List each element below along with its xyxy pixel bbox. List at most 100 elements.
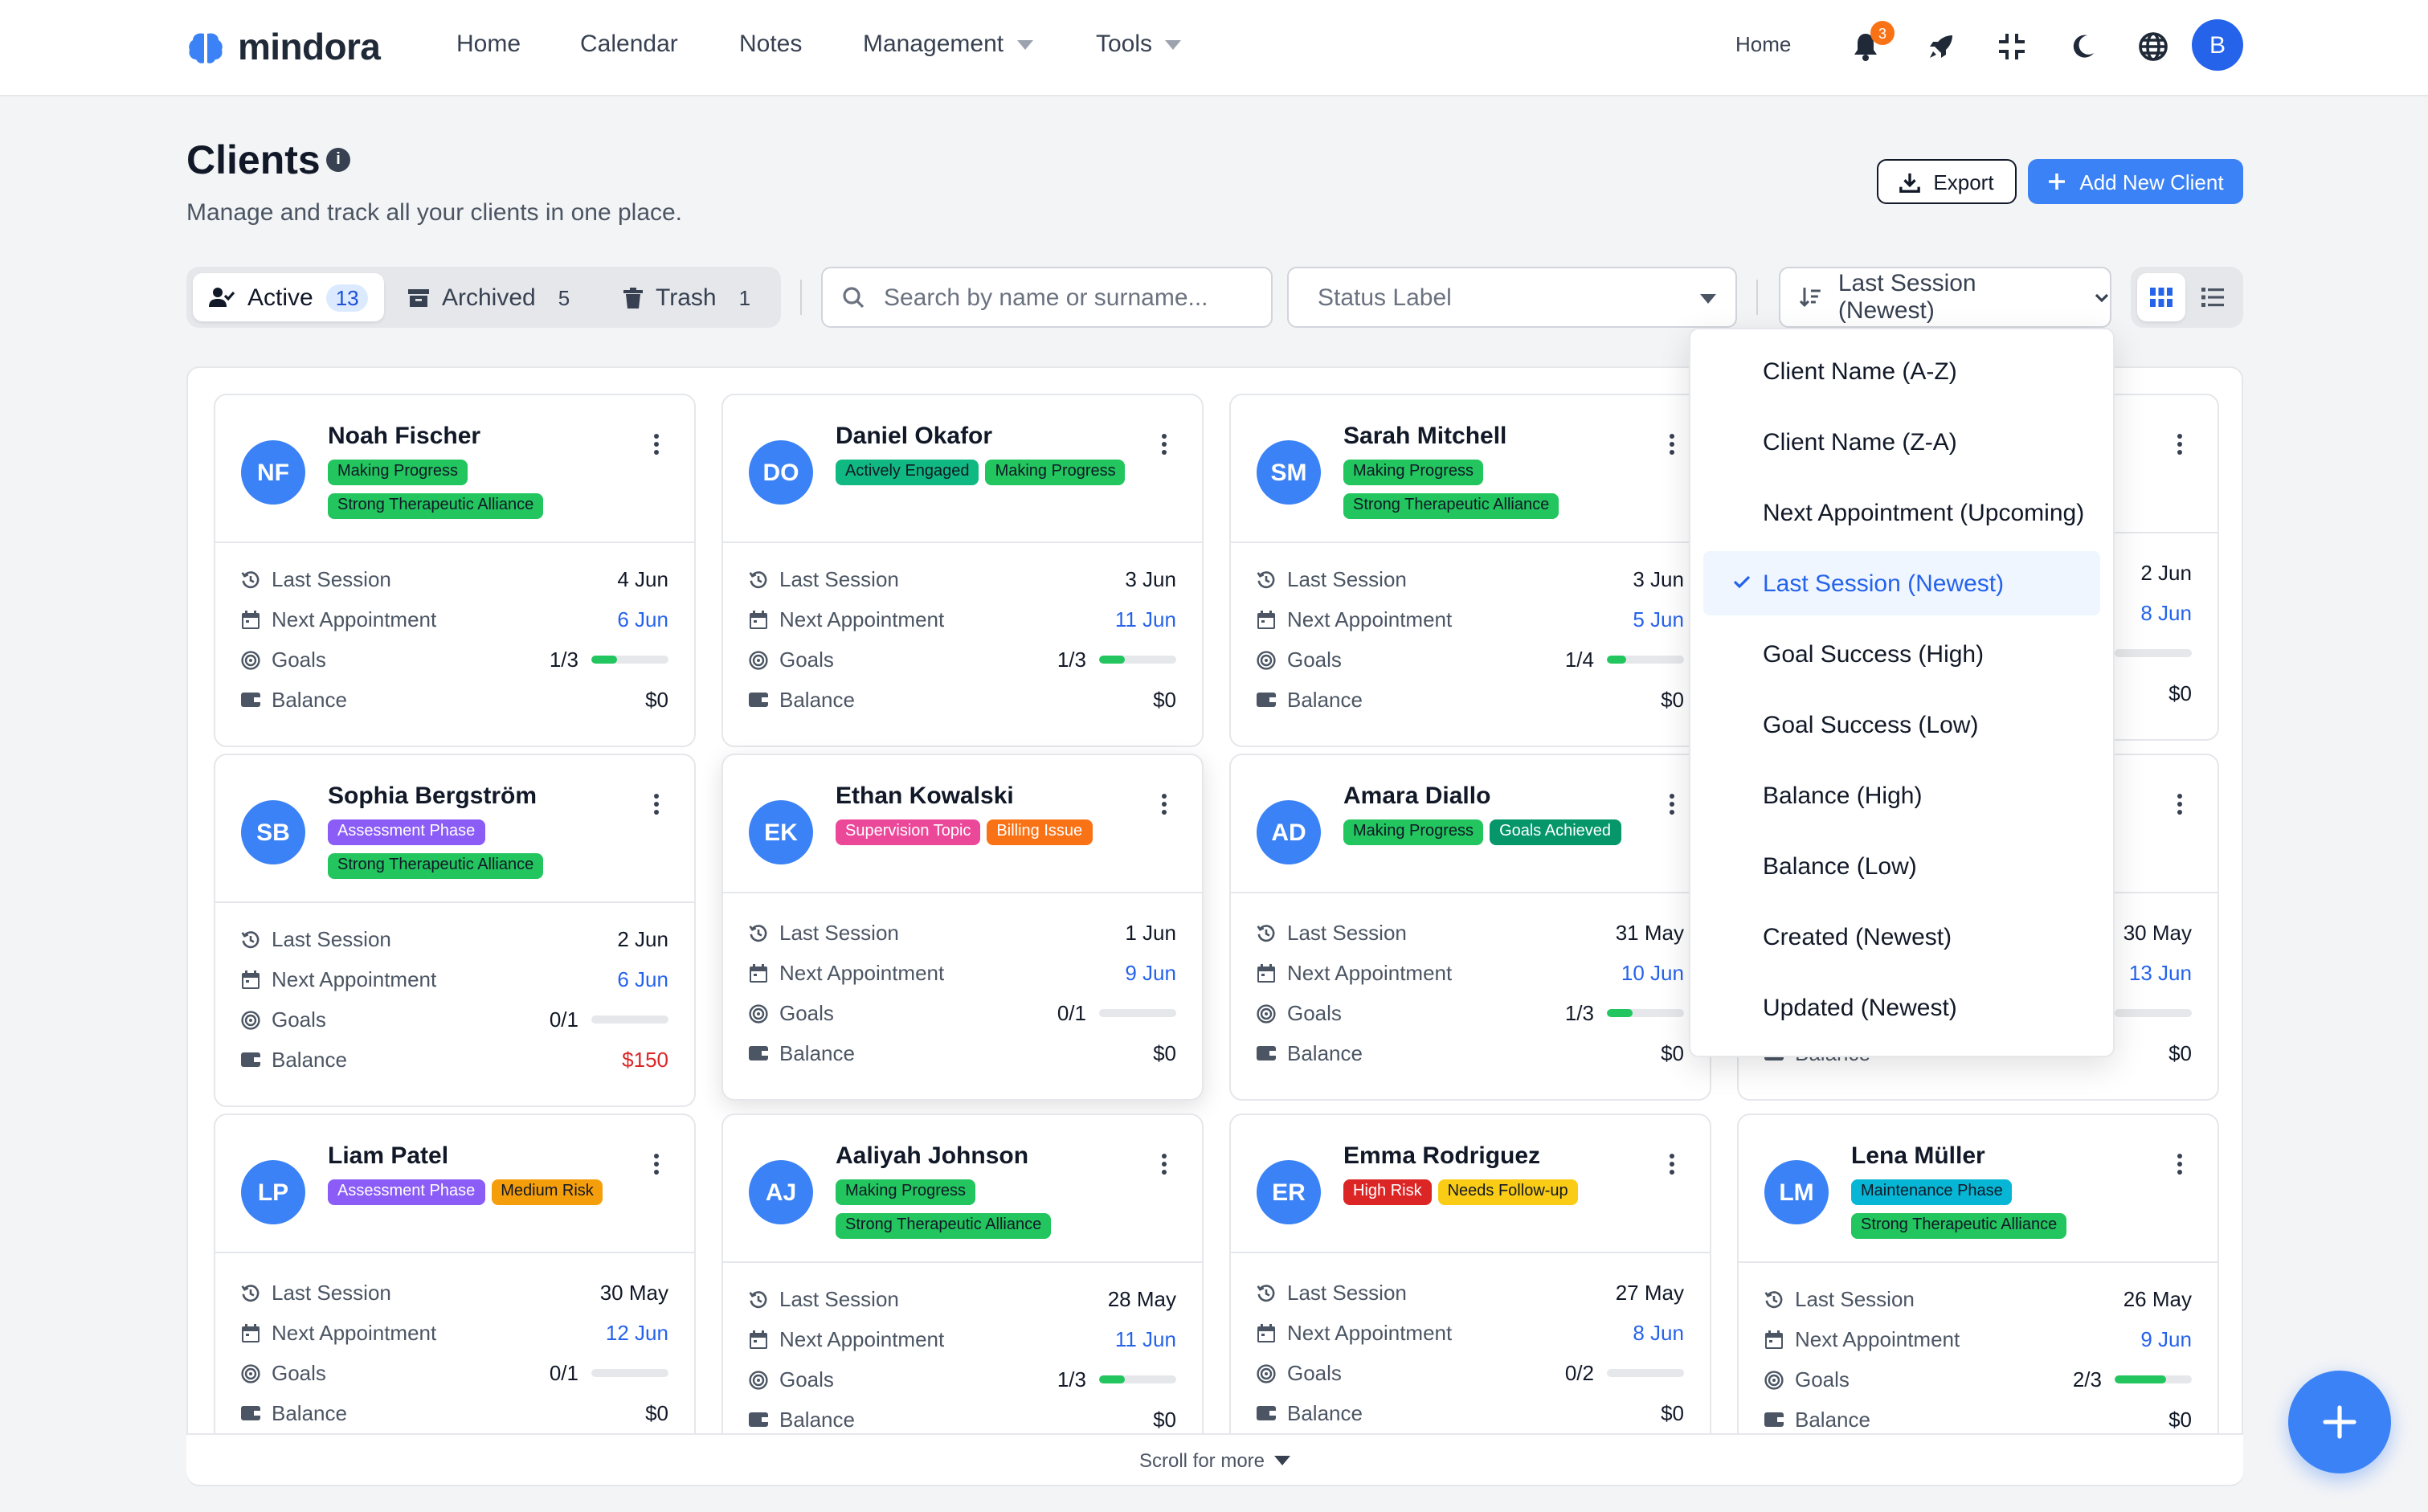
next-appointment-link[interactable]: 11 Jun (1115, 1327, 1176, 1351)
nav-home[interactable]: Home (456, 31, 521, 58)
more-options-icon[interactable] (1147, 1147, 1179, 1179)
balance-label: Balance (272, 1048, 347, 1072)
next-appointment-link[interactable]: 9 Jun (2140, 1327, 2192, 1351)
more-options-icon[interactable] (1655, 1147, 1687, 1179)
more-options-icon[interactable] (1147, 787, 1179, 819)
client-avatar: EK (749, 800, 813, 864)
client-card-body: Last Session 27 May Next Appointment 8 J… (1231, 1253, 1710, 1433)
next-appointment-link[interactable]: 8 Jun (2140, 601, 2192, 625)
more-options-icon[interactable] (2163, 787, 2195, 819)
sort-option[interactable]: Balance (Low) (1703, 834, 2100, 898)
nav-calendar[interactable]: Calendar (580, 31, 678, 58)
status-tag: Billing Issue (987, 819, 1093, 845)
nav-right-home[interactable]: Home (1735, 32, 1791, 56)
client-card[interactable]: AD Amara Diallo Making Progress Goals Ach… (1229, 754, 1711, 1101)
logo[interactable]: mindora (186, 26, 381, 69)
export-button[interactable]: Export (1877, 159, 2017, 204)
goals-row: Goals 1/4 (1257, 640, 1684, 680)
client-card-body: Last Session 4 Jun Next Appointment 6 Ju… (215, 543, 694, 720)
client-card[interactable]: ER Emma Rodriguez High Risk Needs Follow-… (1229, 1114, 1711, 1461)
scroll-for-more[interactable]: Scroll for more (186, 1433, 2243, 1485)
next-appointment-link[interactable]: 6 Jun (617, 607, 668, 631)
client-name[interactable]: Daniel Okafor (836, 423, 992, 450)
sort-option[interactable]: Client Name (Z-A) (1703, 410, 2100, 474)
client-name[interactable]: Sarah Mitchell (1343, 423, 1506, 450)
client-card[interactable]: AJ Aaliyah Johnson Making Progress Strong… (721, 1114, 1204, 1467)
sort-option[interactable]: Goal Success (Low) (1703, 693, 2100, 757)
client-card[interactable]: LM Lena Müller Maintenance Phase Strong T… (1737, 1114, 2219, 1467)
tab-active[interactable]: Active 13 (193, 273, 385, 321)
next-appointment-link[interactable]: 10 Jun (1621, 961, 1684, 985)
sort-option[interactable]: Balance (High) (1703, 763, 2100, 828)
more-options-icon[interactable] (640, 1147, 672, 1179)
client-card[interactable]: LP Liam Patel Assessment Phase Medium Ris… (214, 1114, 696, 1461)
last-session-row: Last Session 31 May (1257, 913, 1684, 953)
client-avatar: LP (241, 1160, 305, 1224)
status-tag: Medium Risk (491, 1179, 603, 1205)
next-appointment-link[interactable]: 11 Jun (1115, 607, 1176, 631)
globe-icon[interactable] (2134, 27, 2173, 66)
client-card[interactable]: SB Sophia Bergström Assessment Phase Stro… (214, 754, 696, 1107)
next-appointment-link[interactable]: 8 Jun (1633, 1321, 1684, 1345)
more-options-icon[interactable] (2163, 1147, 2195, 1179)
tab-archived[interactable]: Archived 5 (392, 273, 595, 321)
floating-add-button[interactable] (2288, 1371, 2391, 1473)
sort-option[interactable]: Created (Newest) (1703, 905, 2100, 969)
compress-icon[interactable] (1993, 27, 2031, 66)
more-options-icon[interactable] (1655, 427, 1687, 460)
client-tags: High Risk Needs Follow-up (1343, 1179, 1649, 1205)
next-appointment-link[interactable]: 6 Jun (617, 967, 668, 991)
add-new-client-button[interactable]: Add New Client (2028, 159, 2243, 204)
grid-view-button[interactable] (2137, 273, 2185, 321)
user-avatar[interactable]: B (2192, 19, 2243, 71)
next-appointment-link[interactable]: 12 Jun (606, 1321, 668, 1345)
sort-option[interactable]: Next Appointment (Upcoming) (1703, 480, 2100, 545)
client-name[interactable]: Liam Patel (328, 1142, 448, 1170)
client-name[interactable]: Noah Fischer (328, 423, 480, 450)
client-card[interactable]: NF Noah Fischer Making Progress Strong Th… (214, 394, 696, 747)
more-options-icon[interactable] (640, 427, 672, 460)
bell-icon[interactable]: 3 (1846, 21, 1895, 66)
next-appointment-link[interactable]: 9 Jun (1125, 961, 1176, 985)
list-view-button[interactable] (2189, 273, 2237, 321)
client-name[interactable]: Amara Diallo (1343, 783, 1490, 810)
caret-down-icon (1165, 39, 1182, 49)
sort-select[interactable]: Last Session (Newest) (1779, 267, 2111, 328)
last-session-value: 3 Jun (1125, 567, 1176, 591)
nav-management[interactable]: Management (863, 31, 1033, 58)
history-icon (1257, 1283, 1276, 1302)
moon-icon[interactable] (2063, 27, 2102, 66)
client-card[interactable]: DO Daniel Okafor Actively Engaged Making … (721, 394, 1204, 747)
more-options-icon[interactable] (1655, 787, 1687, 819)
sort-option[interactable]: Last Session (Newest) (1703, 551, 2100, 615)
client-name[interactable]: Lena Müller (1851, 1142, 1985, 1170)
goals-progress: 1/3 (1565, 1001, 1684, 1025)
more-options-icon[interactable] (1147, 427, 1179, 460)
tab-active-count: 13 (325, 284, 369, 311)
tab-trash[interactable]: Trash 1 (607, 273, 776, 321)
status-label-select[interactable]: Status Label (1287, 267, 1737, 328)
client-name[interactable]: Aaliyah Johnson (836, 1142, 1028, 1170)
next-appointment-link[interactable]: 5 Jun (1633, 607, 1684, 631)
info-icon[interactable]: i (326, 148, 350, 172)
rocket-icon[interactable] (1922, 27, 1960, 66)
client-name[interactable]: Emma Rodriguez (1343, 1142, 1540, 1170)
client-name[interactable]: Sophia Bergström (328, 783, 537, 810)
next-appointment-link[interactable]: 13 Jun (2129, 961, 2192, 985)
nav-notes[interactable]: Notes (739, 31, 802, 58)
client-name[interactable]: Ethan Kowalski (836, 783, 1014, 810)
client-card[interactable]: EK Ethan Kowalski Supervision Topic Billi… (721, 754, 1204, 1101)
sort-option[interactable]: Updated (Newest) (1703, 975, 2100, 1040)
nav-tools[interactable]: Tools (1096, 31, 1182, 58)
status-tag: Making Progress (1343, 460, 1484, 485)
more-options-icon[interactable] (2163, 427, 2195, 460)
goals-row: Goals 0/2 (1257, 1353, 1684, 1393)
sort-option[interactable]: Goal Success (High) (1703, 622, 2100, 686)
sort-option-label: Updated (Newest) (1763, 994, 1957, 1021)
client-card[interactable]: SM Sarah Mitchell Making Progress Strong … (1229, 394, 1711, 747)
sort-icon (1800, 288, 1821, 308)
more-options-icon[interactable] (640, 787, 672, 819)
search-input[interactable] (884, 284, 1237, 311)
sort-option[interactable]: Client Name (A-Z) (1703, 339, 2100, 403)
client-tags: Supervision Topic Billing Issue (836, 819, 1141, 845)
